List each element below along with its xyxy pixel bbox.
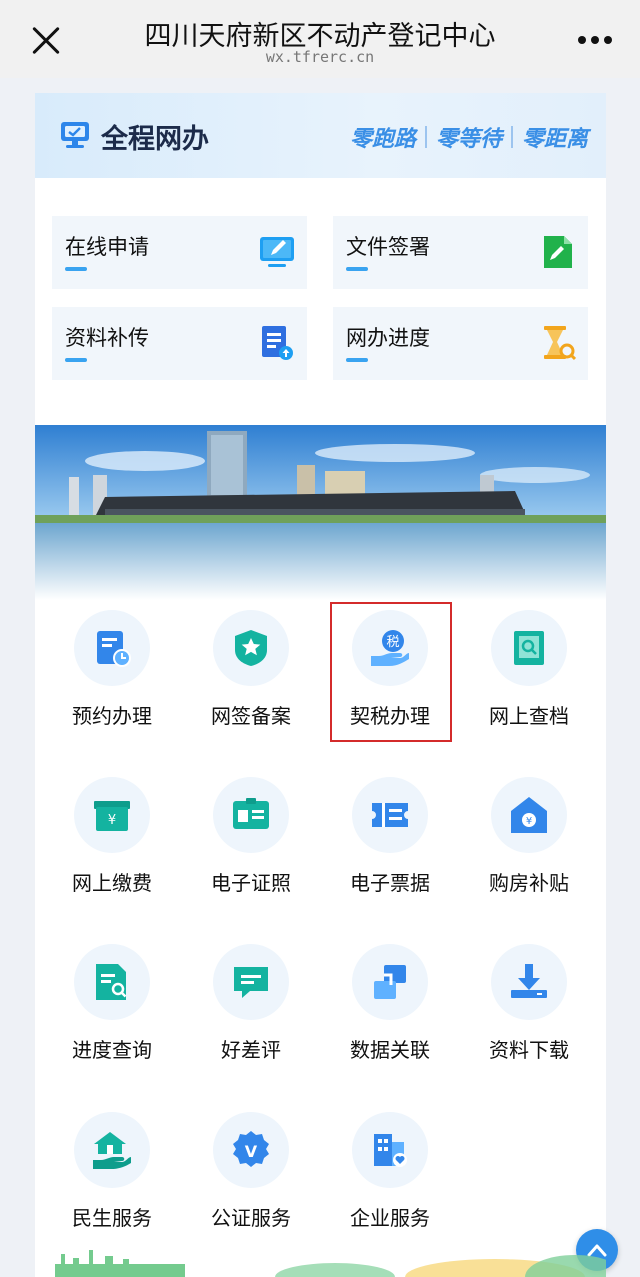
online-service-title: 全程网办 xyxy=(101,124,209,155)
service-e-license[interactable]: 电子证照 xyxy=(191,777,311,927)
service-online-filing[interactable]: 网签备案 xyxy=(191,610,311,760)
service-label: 企业服务 xyxy=(350,1206,430,1230)
service-label: 数据关联 xyxy=(350,1038,430,1062)
quick-label: 网办进度 xyxy=(346,326,430,350)
payment-icon: ¥ xyxy=(94,801,130,831)
service-purchase-subsidy[interactable]: ¥ 购房补贴 xyxy=(469,777,589,927)
download-icon xyxy=(511,964,547,998)
icon-circle xyxy=(213,777,289,853)
icon-circle xyxy=(491,944,567,1020)
svg-text:V: V xyxy=(245,1142,258,1161)
footer-skyline-decoration xyxy=(55,1250,606,1277)
quick-label: 文件签署 xyxy=(346,235,430,259)
comment-icon xyxy=(234,967,268,998)
page-body: 全程网办 零跑路 零等待 零距离 在线申请 文件签署 资料补传 网办进度 预约办… xyxy=(0,78,640,1277)
quick-file-sign[interactable]: 文件签署 xyxy=(333,216,588,289)
document-upload-icon xyxy=(262,326,293,360)
ticket-icon xyxy=(372,803,408,827)
document-sign-icon xyxy=(544,236,572,268)
service-label: 进度查询 xyxy=(72,1038,152,1062)
monitor-edit-icon xyxy=(260,237,294,267)
service-label: 网签备案 xyxy=(211,704,291,728)
slogan-zero-trip: 零跑路 xyxy=(349,127,416,152)
top-bar: 四川天府新区不动产登记中心 wx.tfrerc.cn xyxy=(0,0,640,78)
service-archive-query[interactable]: 网上查档 xyxy=(469,610,589,760)
service-label: 购房补贴 xyxy=(489,871,569,895)
label-underline xyxy=(65,267,87,271)
service-label: 电子票据 xyxy=(350,871,430,895)
service-material-download[interactable]: 资料下载 xyxy=(469,944,589,1094)
icon-circle xyxy=(352,1112,428,1188)
highlight-frame xyxy=(330,602,452,742)
label-underline xyxy=(65,358,87,362)
quick-material-upload[interactable]: 资料补传 xyxy=(52,307,307,380)
badge-star-icon xyxy=(235,630,267,666)
slogan-zero-distance: 零距离 xyxy=(521,127,588,152)
service-e-receipt[interactable]: 电子票据 xyxy=(330,777,450,927)
quick-online-apply[interactable]: 在线申请 xyxy=(52,216,307,289)
slogan-divider xyxy=(424,126,427,148)
hourglass-search-icon xyxy=(544,326,576,361)
service-appointment[interactable]: 预约办理 xyxy=(52,610,172,760)
icon-circle: V xyxy=(213,1112,289,1188)
icon-circle xyxy=(74,610,150,686)
label-underline xyxy=(346,267,368,271)
label-underline xyxy=(346,358,368,362)
slogan-divider xyxy=(510,126,513,148)
service-data-link[interactable]: 数据关联 xyxy=(330,944,450,1094)
slogan-zero-wait: 零等待 xyxy=(435,127,502,152)
notary-badge-icon: V xyxy=(233,1131,269,1167)
quick-label: 在线申请 xyxy=(65,235,149,259)
icon-circle xyxy=(352,944,428,1020)
banner-image xyxy=(35,425,606,600)
service-online-payment[interactable]: ¥ 网上缴费 xyxy=(52,777,172,927)
page-url: wx.tfrerc.cn xyxy=(265,48,375,66)
icon-circle xyxy=(491,610,567,686)
service-label: 好差评 xyxy=(221,1038,281,1062)
icon-circle xyxy=(352,777,428,853)
icon-circle xyxy=(213,610,289,686)
service-progress-query[interactable]: 进度查询 xyxy=(52,944,172,1094)
service-label: 民生服务 xyxy=(72,1206,152,1230)
icon-circle xyxy=(213,944,289,1020)
quick-online-progress[interactable]: 网办进度 xyxy=(333,307,588,380)
enterprise-icon xyxy=(374,1134,407,1167)
service-label: 网上查档 xyxy=(489,704,569,728)
data-link-icon xyxy=(374,965,406,999)
service-label: 预约办理 xyxy=(72,704,152,728)
online-service-header: 全程网办 零跑路 零等待 零距离 xyxy=(35,93,606,178)
computer-icon xyxy=(61,122,89,148)
search-archive-icon xyxy=(514,631,544,665)
progress-search-icon xyxy=(96,964,127,1000)
service-label: 公证服务 xyxy=(211,1206,291,1230)
service-label: 网上缴费 xyxy=(72,871,152,895)
service-label: 资料下载 xyxy=(489,1038,569,1062)
house-subsidy-icon: ¥ xyxy=(511,797,547,833)
home-hand-icon xyxy=(93,1132,131,1169)
icon-circle: ¥ xyxy=(74,777,150,853)
svg-text:¥: ¥ xyxy=(108,813,116,828)
icon-circle xyxy=(74,944,150,1020)
content-panel: 全程网办 零跑路 零等待 零距离 在线申请 文件签署 资料补传 网办进度 预约办… xyxy=(35,93,606,1277)
quick-label: 资料补传 xyxy=(65,326,149,350)
icon-circle xyxy=(74,1112,150,1188)
service-label: 电子证照 xyxy=(211,871,291,895)
icon-circle: ¥ xyxy=(491,777,567,853)
more-icon[interactable] xyxy=(576,36,616,46)
close-icon[interactable] xyxy=(30,24,62,56)
svg-text:¥: ¥ xyxy=(526,816,532,827)
appointment-icon xyxy=(97,631,131,667)
service-evaluation[interactable]: 好差评 xyxy=(191,944,311,1094)
slogans: 零跑路 零等待 零距离 xyxy=(350,121,588,153)
id-card-icon xyxy=(233,798,269,829)
